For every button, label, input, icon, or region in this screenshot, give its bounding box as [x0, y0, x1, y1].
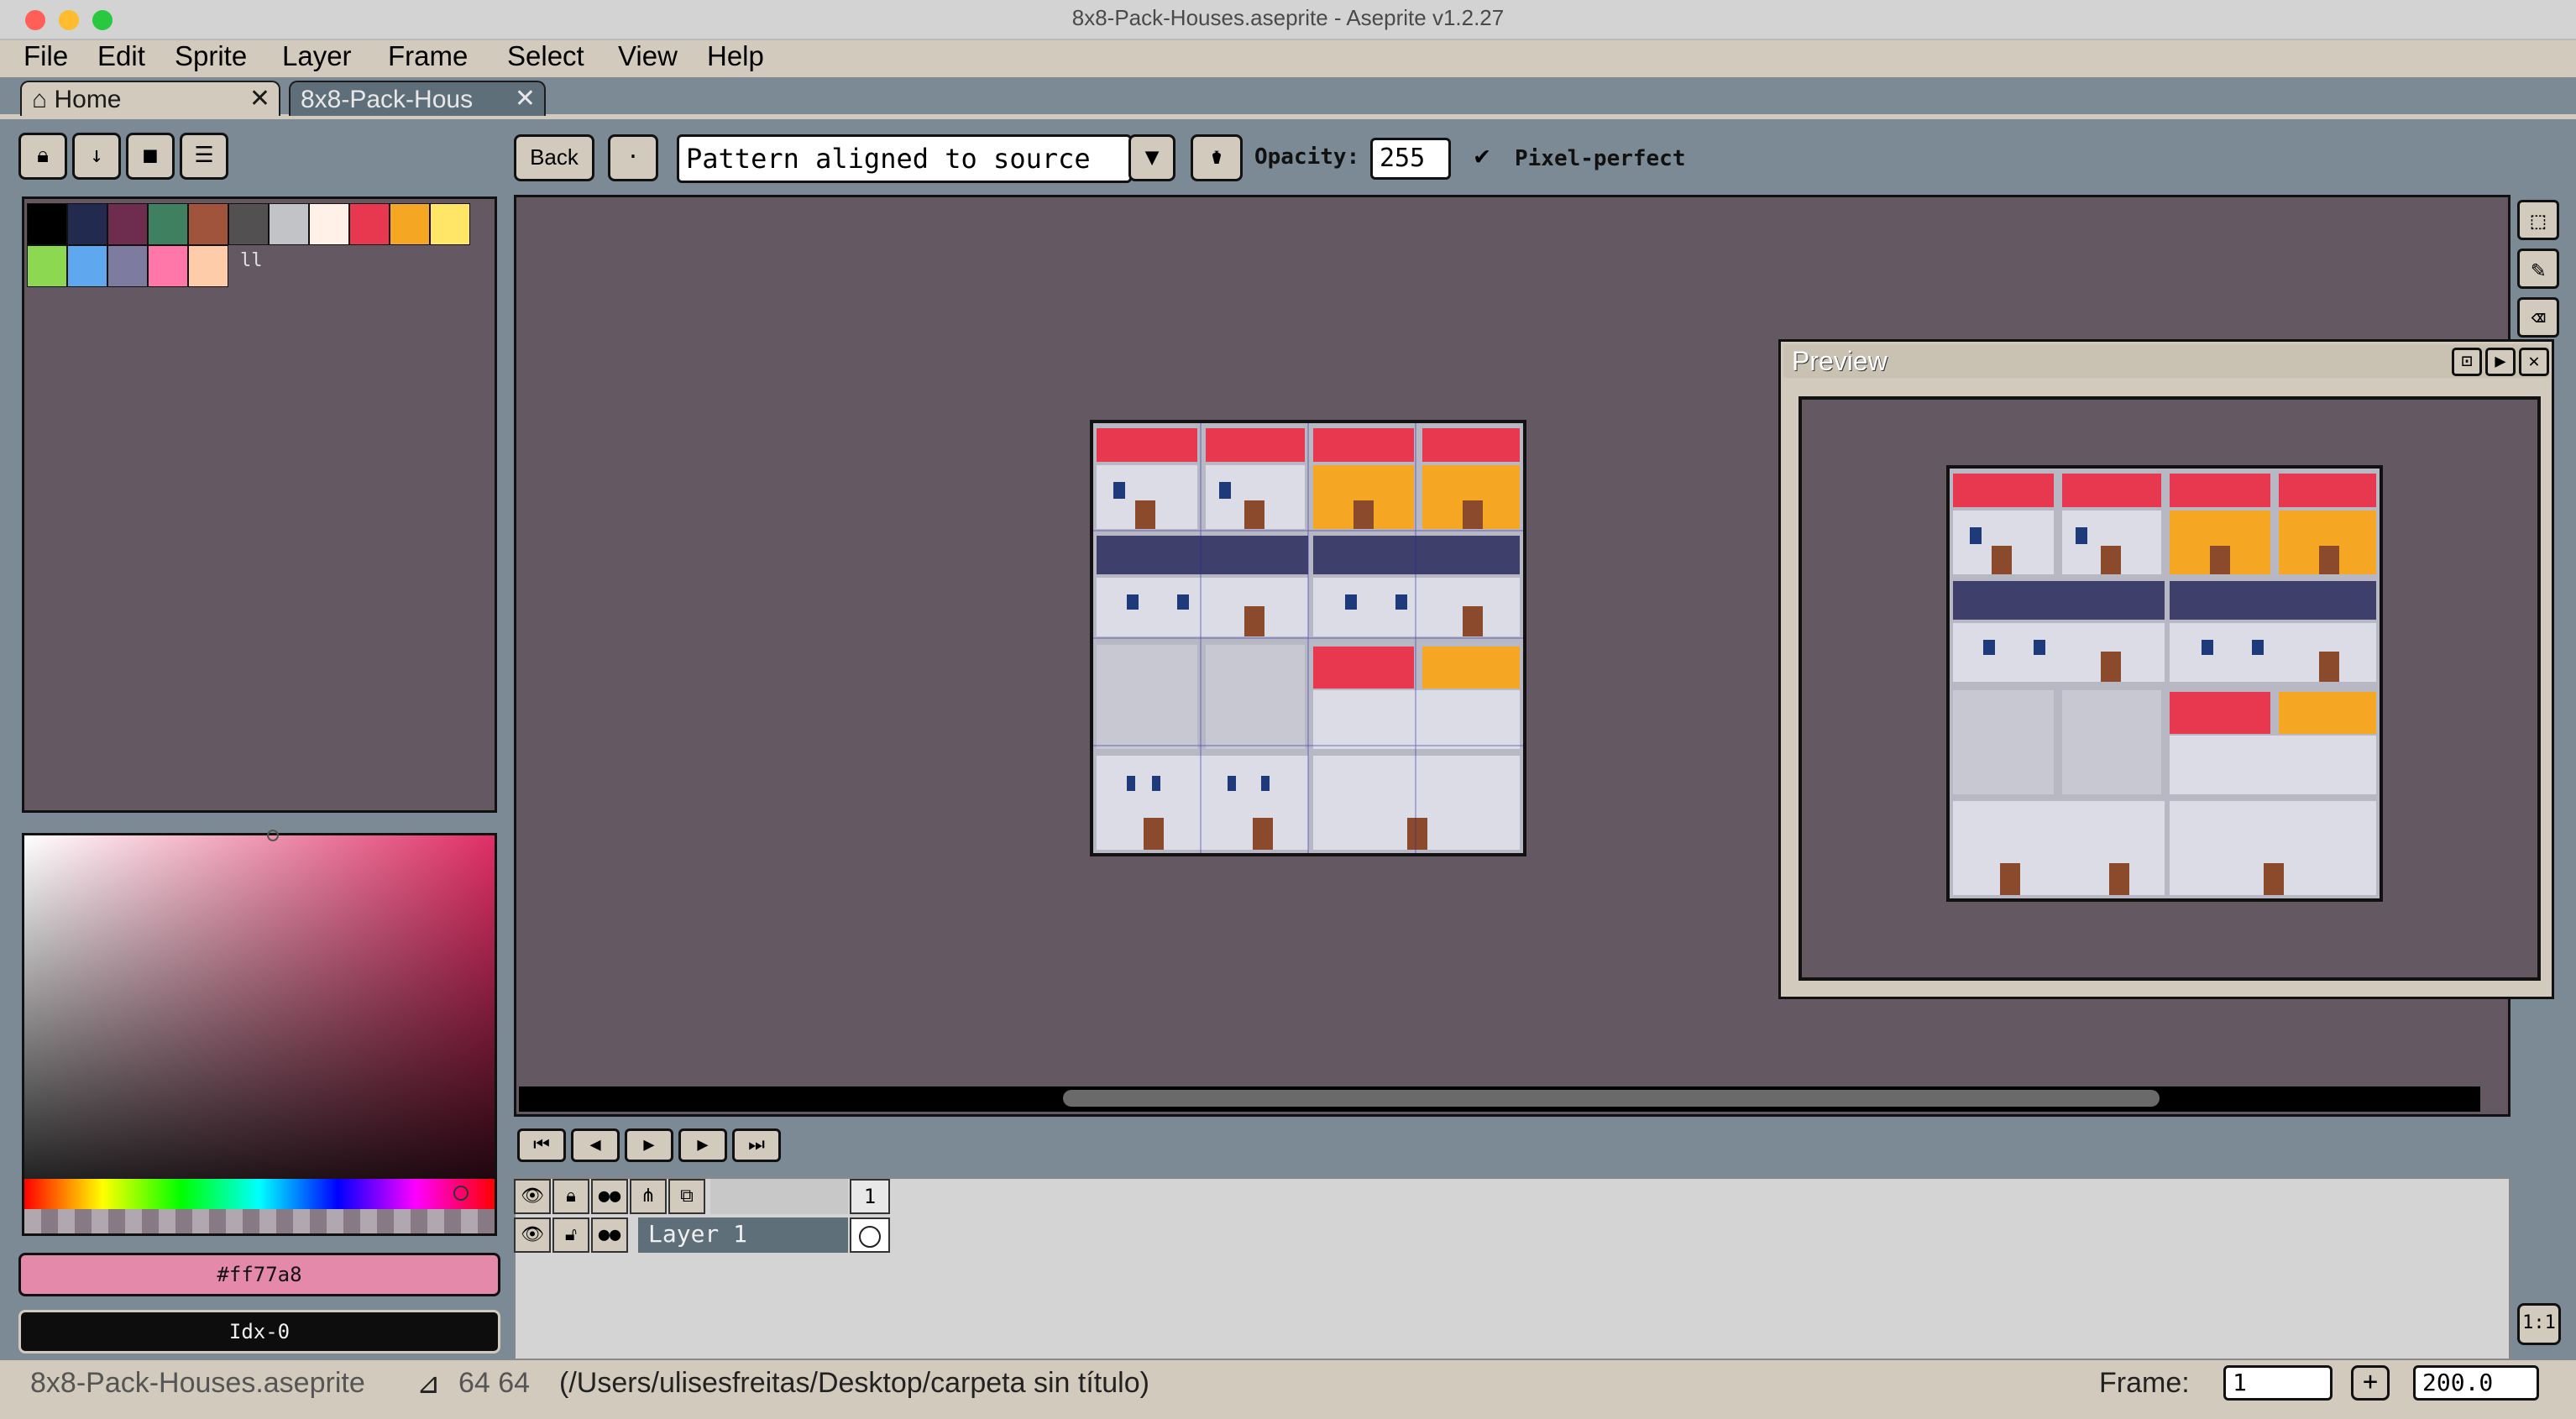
layer-options-icon[interactable]: ⧉ [668, 1179, 705, 1214]
frame-label: Frame: [2099, 1367, 2190, 1399]
tab-document[interactable]: 8x8-Pack-Hous ✕ [289, 81, 546, 116]
onion-skin-icon[interactable]: ●● [591, 1179, 628, 1214]
picker-cursor[interactable] [267, 830, 279, 841]
close-icon[interactable]: ✕ [249, 84, 270, 113]
palette-swatch[interactable] [27, 245, 67, 287]
menu-file[interactable]: File [24, 40, 68, 72]
palette-swatch[interactable] [269, 203, 309, 245]
next-frame-icon[interactable]: ▶ [678, 1128, 727, 1162]
menu-select[interactable]: Select [507, 40, 584, 72]
horizontal-scrollbar-thumb[interactable] [1063, 1090, 2160, 1107]
menu-sprite[interactable]: Sprite [175, 40, 247, 72]
timeline-header-spacer [710, 1179, 848, 1214]
hue-slider[interactable] [22, 1179, 497, 1209]
layer-lock-icon[interactable]: 🔓︎ [552, 1217, 589, 1253]
visibility-icon[interactable]: 👁︎ [514, 1179, 551, 1214]
checkbox-icon[interactable]: ✔ [1474, 141, 1490, 170]
preview-sprite-image [1946, 465, 2383, 902]
tab-document-label: 8x8-Pack-Hous [301, 86, 474, 113]
palette-swatch[interactable] [228, 203, 269, 245]
pixel-perfect-label: Pixel-perfect [1515, 146, 1686, 171]
back-button[interactable]: Back [514, 134, 594, 181]
zoom-input[interactable]: 200.0 [2413, 1365, 2539, 1401]
color-hex-field[interactable]: #ff77a8 [18, 1253, 500, 1296]
sprite-image[interactable] [1090, 420, 1526, 856]
chevron-down-icon[interactable]: ▼ [1128, 134, 1175, 181]
menu-view[interactable]: View [618, 40, 678, 72]
status-filename: 8x8-Pack-Houses.aseprite [30, 1367, 365, 1399]
palette-swatch[interactable] [188, 245, 228, 287]
menu-bar [0, 40, 2576, 77]
preview-houses-art [1950, 469, 2380, 898]
sprite-houses-art [1093, 423, 1523, 853]
menu-help[interactable]: Help [707, 40, 764, 72]
palette-swatch[interactable] [148, 203, 188, 245]
palette-swatch[interactable] [349, 203, 390, 245]
frame-header[interactable]: 1 [850, 1179, 890, 1214]
menu-layer[interactable]: Layer [282, 40, 352, 72]
opacity-input[interactable]: 255 [1370, 138, 1451, 180]
first-frame-icon[interactable]: ⏮ [517, 1128, 566, 1162]
alpha-slider[interactable] [22, 1209, 497, 1236]
palette-swatch[interactable] [390, 203, 430, 245]
palette-swatch[interactable] [67, 203, 107, 245]
layer-visibility-icon[interactable]: 👁︎ [514, 1217, 551, 1253]
eraser-tool-icon[interactable]: ⌫ [2517, 297, 2559, 338]
palette-swatch-selected[interactable] [148, 245, 188, 287]
home-icon: ⌂ [32, 86, 48, 113]
palette-swatch[interactable] [309, 203, 349, 245]
layer-continuous-icon[interactable]: ●● [591, 1217, 628, 1253]
lock-icon[interactable]: 🔒︎ [552, 1179, 589, 1214]
palette-swatch[interactable] [67, 245, 107, 287]
palette-swatch[interactable] [107, 203, 148, 245]
pattern-select[interactable]: Pattern aligned to source [677, 134, 1132, 183]
add-frame-button[interactable]: + [2351, 1365, 2390, 1401]
menu-frame[interactable]: Frame [388, 40, 468, 72]
link-cels-icon[interactable]: ⋔ [630, 1179, 667, 1214]
ink-icon[interactable]: ⚱ [1191, 134, 1243, 181]
layer-name[interactable]: Layer 1 [638, 1217, 848, 1253]
window-title: 8x8-Pack-Houses.aseprite - Aseprite v1.2… [1071, 5, 1505, 30]
palette-panel [22, 196, 497, 813]
frame-input[interactable]: 1 [2223, 1365, 2333, 1401]
close-icon[interactable]: ✕ [2519, 348, 2549, 376]
brush-type-button[interactable]: · [608, 134, 658, 181]
center-preview-icon[interactable]: ⊡ [2452, 348, 2482, 376]
palette-swatch[interactable] [188, 203, 228, 245]
marquee-tool-icon[interactable]: ⬚ [2517, 200, 2559, 240]
play-preview-icon[interactable]: ▶ [2485, 348, 2516, 376]
pattern-select-value: Pattern aligned to source [686, 143, 1091, 175]
palette-swatch[interactable] [107, 245, 148, 287]
palette-swatch[interactable] [27, 203, 67, 245]
preview-title: Preview [1792, 346, 1887, 376]
sprite-size-icon: ⊿ [416, 1368, 441, 1400]
palette-options-icon[interactable]: ☰ [180, 133, 228, 180]
tab-home[interactable]: ⌂ Home ✕ [20, 81, 280, 116]
tab-home-label: Home [54, 86, 122, 113]
preview-titlebar[interactable] [1783, 344, 2549, 378]
pencil-tool-icon[interactable]: ✎ [2517, 249, 2559, 289]
menu-edit[interactable]: Edit [97, 40, 145, 72]
palette-swatch[interactable] [430, 203, 470, 245]
play-icon[interactable]: ▶ [625, 1128, 673, 1162]
opacity-label: Opacity: [1254, 144, 1360, 170]
palette-resize-handle[interactable]: ll [240, 250, 263, 271]
cel[interactable] [850, 1217, 890, 1253]
last-frame-icon[interactable]: ⏭ [732, 1128, 781, 1162]
status-bar [0, 1360, 2576, 1419]
palette-presets-icon[interactable]: ■ [126, 133, 175, 180]
status-sprite-size: 64 64 [458, 1367, 531, 1399]
zoom-1-1-button[interactable]: 1:1 [2517, 1303, 2561, 1345]
lock-icon[interactable]: 🔒︎ [18, 133, 67, 180]
color-spectrum-picker[interactable] [22, 833, 497, 1236]
close-icon[interactable]: ✕ [515, 84, 536, 113]
cel-dot-icon [859, 1226, 881, 1248]
status-path: (/Users/ulisesfreitas/Desktop/carpeta si… [559, 1367, 1149, 1399]
color-index-field[interactable]: Idx-0 [18, 1310, 500, 1354]
previous-frame-icon[interactable]: ◀ [571, 1128, 620, 1162]
hue-slider-handle[interactable] [453, 1186, 469, 1201]
sort-down-icon[interactable]: ↓ [72, 133, 121, 180]
